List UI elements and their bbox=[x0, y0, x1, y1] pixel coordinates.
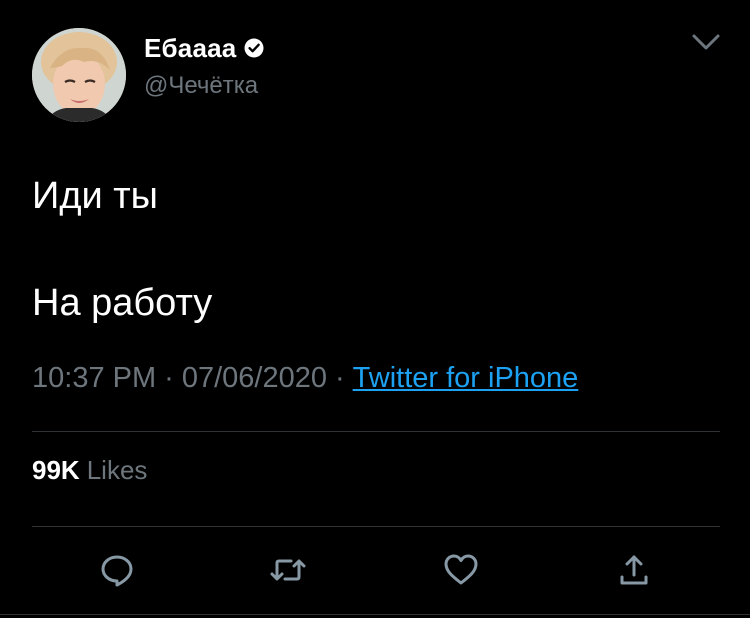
share-button[interactable] bbox=[614, 552, 654, 592]
tweet-date[interactable]: 07/06/2020 bbox=[182, 362, 327, 394]
reply-button[interactable] bbox=[97, 552, 137, 592]
chevron-down-icon[interactable] bbox=[690, 30, 722, 54]
tweet-time[interactable]: 10:37 PM bbox=[32, 362, 156, 394]
reply-icon bbox=[99, 552, 135, 593]
avatar-image bbox=[32, 28, 126, 122]
tweet-text-line: На работу bbox=[32, 282, 213, 324]
meta-separator: · bbox=[164, 362, 174, 394]
tweet-source-link[interactable]: Twitter for iPhone bbox=[353, 362, 579, 394]
retweet-icon bbox=[269, 552, 307, 593]
user-name-row: Ебаааа bbox=[144, 32, 264, 64]
heart-icon bbox=[443, 553, 479, 592]
meta-separator: · bbox=[334, 362, 345, 394]
like-button[interactable] bbox=[441, 552, 481, 592]
tweet-card: Ебаааа @Чечётка Иди ты На работу 10:37 P… bbox=[0, 0, 750, 618]
tweet-text-line: Иди ты bbox=[32, 175, 158, 217]
likes-label: Likes bbox=[86, 455, 148, 485]
tweet-meta: 10:37 PM · 07/06/2020 · Twitter for iPhone bbox=[32, 362, 578, 395]
share-icon bbox=[618, 553, 650, 592]
avatar[interactable] bbox=[32, 28, 126, 122]
likes-count: 99K bbox=[32, 455, 80, 485]
likes-stat[interactable]: 99K Likes bbox=[32, 455, 147, 486]
retweet-button[interactable] bbox=[268, 552, 308, 592]
verified-badge-icon bbox=[244, 38, 264, 58]
divider bbox=[0, 614, 750, 615]
divider bbox=[32, 526, 720, 527]
display-name[interactable]: Ебаааа bbox=[144, 33, 236, 64]
divider bbox=[32, 431, 720, 432]
user-handle[interactable]: @Чечётка bbox=[144, 72, 258, 100]
